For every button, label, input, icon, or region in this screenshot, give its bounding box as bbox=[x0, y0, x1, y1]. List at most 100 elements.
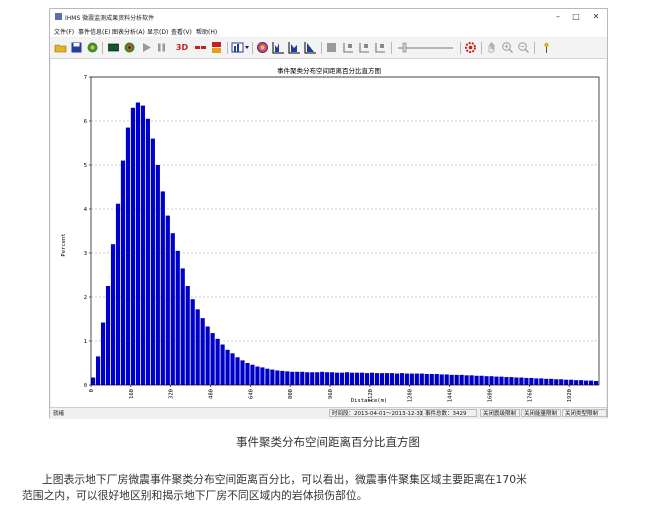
bar-78 bbox=[479, 375, 484, 385]
open-folder-icon[interactable] bbox=[54, 41, 67, 54]
menu-file[interactable]: 文件(F) bbox=[54, 27, 74, 36]
bar-53 bbox=[354, 372, 360, 385]
x-tick-label-9: 1440 bbox=[448, 389, 454, 402]
bar-63 bbox=[404, 373, 409, 385]
bar-70 bbox=[439, 374, 444, 385]
bar-21 bbox=[195, 309, 200, 385]
bar-73 bbox=[454, 374, 459, 385]
save-icon[interactable] bbox=[70, 41, 83, 54]
pin-icon[interactable] bbox=[540, 41, 553, 54]
x-tick-label-12: 1920 bbox=[567, 389, 573, 402]
close-type-limit[interactable]: 关闭类型限制 bbox=[562, 409, 607, 417]
bar-23 bbox=[205, 326, 210, 385]
bar-93 bbox=[554, 379, 559, 385]
bar-41 bbox=[295, 371, 300, 385]
y-tick-label-3: 3 bbox=[84, 251, 87, 257]
bar-86 bbox=[519, 377, 524, 385]
chart-b-icon[interactable] bbox=[288, 41, 301, 54]
bar-84 bbox=[509, 377, 514, 385]
sphere-icon[interactable] bbox=[256, 41, 269, 54]
status-event-total: 事件总数：3429 bbox=[422, 409, 477, 417]
export-3-icon[interactable] bbox=[374, 41, 387, 54]
play-icon[interactable] bbox=[140, 41, 153, 54]
chart-a-icon[interactable] bbox=[272, 41, 285, 54]
target-icon[interactable] bbox=[123, 41, 136, 54]
bar-61 bbox=[394, 373, 399, 385]
bar-42 bbox=[300, 371, 305, 385]
globe-icon[interactable] bbox=[86, 41, 99, 54]
export-2-icon[interactable] bbox=[358, 41, 371, 54]
bar-2 bbox=[100, 322, 106, 385]
pause-icon[interactable] bbox=[155, 41, 168, 54]
rectangle-icon[interactable] bbox=[107, 41, 120, 54]
x-tick-label-3: 480 bbox=[209, 389, 215, 399]
chart-c-icon[interactable] bbox=[304, 41, 317, 54]
zoom-in-icon[interactable] bbox=[501, 41, 514, 54]
x-tick-label-11: 1760 bbox=[527, 389, 533, 402]
histogram-icon[interactable] bbox=[231, 41, 249, 54]
menu-view[interactable]: 查看(V) bbox=[171, 27, 192, 36]
minimize-button[interactable]: – bbox=[552, 11, 564, 23]
3d-view-button[interactable]: 3D bbox=[174, 41, 190, 54]
bar-54 bbox=[359, 372, 365, 385]
bar-101 bbox=[594, 381, 599, 385]
bar-57 bbox=[374, 373, 380, 385]
bar-83 bbox=[504, 377, 509, 385]
maximize-button[interactable]: □ bbox=[570, 11, 582, 23]
bar-74 bbox=[459, 374, 464, 385]
paragraph-line-1: 上图表示地下厂房微震事件聚类分布空间距离百分比，可以看出，微震事件聚集区域主要距… bbox=[42, 473, 527, 486]
bar-65 bbox=[414, 373, 419, 385]
toolbar: 3D bbox=[50, 38, 607, 59]
bar-81 bbox=[494, 376, 499, 385]
3d-stats-icon[interactable] bbox=[210, 41, 223, 54]
bar-36 bbox=[270, 369, 275, 385]
stats-icon[interactable] bbox=[194, 41, 207, 54]
y-tick-label-1: 1 bbox=[84, 339, 87, 345]
bar-31 bbox=[245, 363, 250, 385]
hand-icon[interactable] bbox=[485, 41, 498, 54]
y-tick-label-6: 6 bbox=[84, 119, 87, 125]
bar-25 bbox=[215, 338, 220, 385]
bar-39 bbox=[285, 371, 290, 385]
figure-caption: 事件聚类分布空间距离百分比直方图 bbox=[236, 435, 420, 449]
status-ready: 就绪 bbox=[53, 411, 65, 417]
histogram-chart: 01234567 0 160 320 480 640 800 960 1120 1280 1440… bbox=[61, 66, 600, 404]
bar-46 bbox=[320, 371, 325, 385]
bar-48 bbox=[330, 372, 335, 385]
bar-67 bbox=[424, 374, 429, 385]
close-button[interactable]: ✕ bbox=[590, 11, 602, 23]
bar-89 bbox=[534, 378, 539, 385]
y-tick-labels: 0 1 2 3 4 5 6 7 bbox=[84, 75, 91, 389]
export-1-icon[interactable] bbox=[342, 41, 355, 54]
stop-icon[interactable] bbox=[325, 41, 338, 54]
close-energy-limit[interactable]: 关闭能量限制 bbox=[521, 409, 561, 417]
menu-chart-analysis[interactable]: 图表分析(A) bbox=[112, 27, 145, 36]
bar-56 bbox=[369, 372, 375, 385]
bar-55 bbox=[364, 373, 370, 385]
bar-19 bbox=[185, 286, 190, 385]
bar-13 bbox=[155, 165, 160, 385]
app-icon bbox=[55, 13, 62, 20]
zoom-out-icon[interactable] bbox=[517, 41, 530, 54]
y-tick-label-2: 2 bbox=[84, 295, 87, 301]
menu-display[interactable]: 显示(D) bbox=[147, 27, 168, 36]
x-tick-label-4: 640 bbox=[248, 389, 254, 399]
bar-22 bbox=[200, 318, 205, 385]
bar-64 bbox=[409, 373, 414, 385]
menu-help[interactable]: 帮助(H) bbox=[196, 27, 217, 36]
close-magnitude-limit[interactable]: 关闭震级限制 bbox=[480, 409, 520, 417]
bar-0 bbox=[91, 377, 96, 385]
gear-icon[interactable] bbox=[464, 41, 477, 54]
bar-99 bbox=[584, 380, 589, 385]
slider[interactable] bbox=[395, 41, 455, 54]
x-axis-label: Distance(m) bbox=[351, 398, 387, 404]
bar-1 bbox=[95, 356, 101, 385]
menu-event-info[interactable]: 事件信息(E) bbox=[78, 27, 110, 36]
bar-20 bbox=[190, 299, 195, 385]
x-tick-label-5: 800 bbox=[288, 389, 294, 399]
bar-76 bbox=[469, 375, 474, 385]
x-tick-label-1: 160 bbox=[129, 389, 135, 399]
bar-87 bbox=[524, 377, 529, 385]
y-tick-label-5: 5 bbox=[84, 163, 87, 169]
bar-6 bbox=[120, 160, 126, 385]
